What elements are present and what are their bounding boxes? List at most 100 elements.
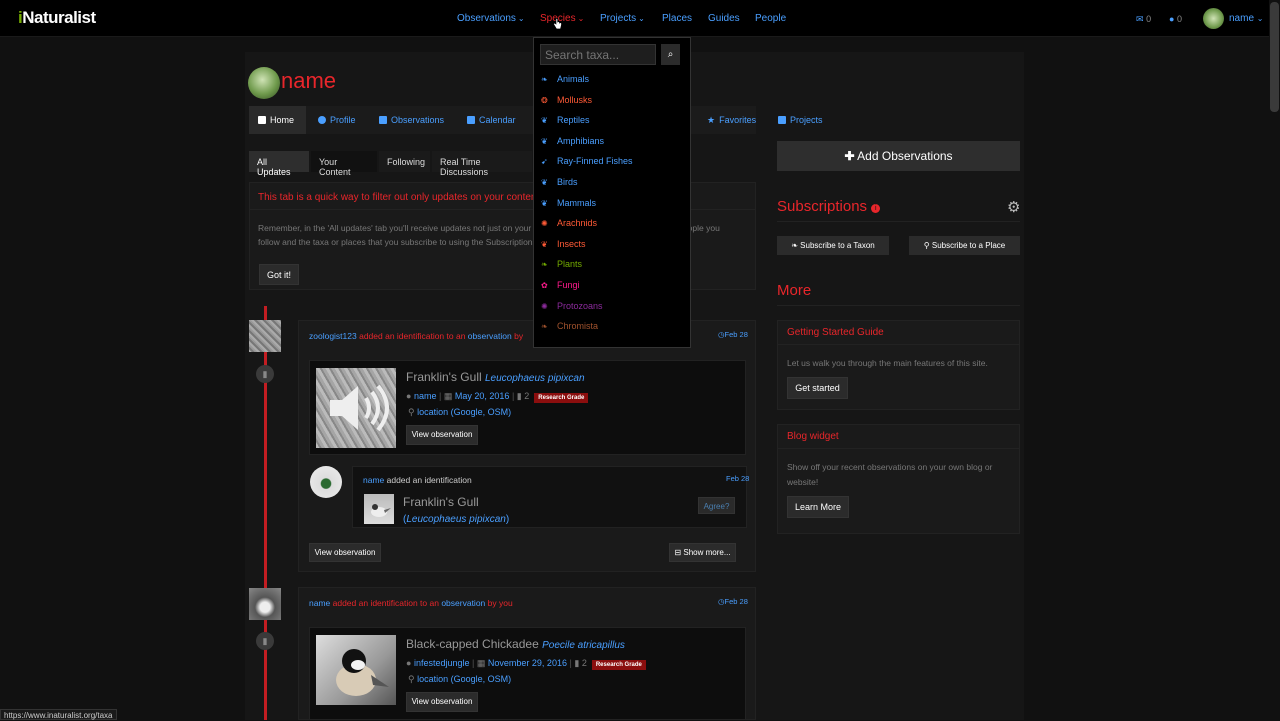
observation-meta: ● name | ▦ May 20, 2016 | ▮ 2 Research G… <box>406 391 589 403</box>
quality-badge: Research Grade <box>591 660 646 670</box>
view-observation-button[interactable]: View observation <box>406 692 478 712</box>
mouse-cursor-icon <box>553 17 562 30</box>
leaf-icon: ❧ <box>791 241 798 250</box>
tab-profile[interactable]: Profile <box>318 115 356 125</box>
map-links[interactable]: (Google, OSM) <box>451 407 512 417</box>
observation-title[interactable]: Franklin's Gull Leucophaeus pipixcan <box>406 370 585 384</box>
taxon-item-fungi[interactable]: ✿ Fungi <box>541 280 681 296</box>
tab-favorites[interactable]: ★ Favorites <box>707 115 756 126</box>
agree-button[interactable]: Agree? <box>698 497 735 514</box>
user-link[interactable]: name <box>309 598 330 608</box>
observer-link[interactable]: infestedjungle <box>414 658 470 668</box>
subtab-realtime-discussions[interactable]: Real Time Discussions <box>432 151 532 177</box>
binoculars-icon <box>379 116 387 124</box>
tab-projects[interactable]: Projects <box>778 115 823 125</box>
scrollbar-thumb[interactable] <box>1270 2 1279 112</box>
quality-badge: Research Grade <box>534 393 589 403</box>
observation-location: ⚲ location (Google, OSM) <box>408 407 512 417</box>
identification-taxon[interactable]: Franklin's Gull <box>403 495 479 509</box>
tab-home[interactable]: Home <box>258 115 294 125</box>
profile-avatar[interactable] <box>248 67 280 99</box>
subscribe-place-button[interactable]: ⚲ Subscribe to a Place <box>909 236 1020 255</box>
user-avatar[interactable] <box>1203 8 1224 29</box>
identifier-avatar[interactable] <box>310 466 342 498</box>
notifications-button[interactable]: ● 0 <box>1169 14 1182 24</box>
info-icon[interactable]: i <box>871 204 881 213</box>
inaturalist-logo[interactable]: iNaturalist <box>18 8 96 28</box>
divider <box>777 221 1020 222</box>
nav-species[interactable]: Species ⌄ <box>540 13 584 24</box>
subtab-your-content[interactable]: Your Content <box>311 151 377 177</box>
show-more-button[interactable]: ⊟ Show more... <box>669 543 736 562</box>
observer-link[interactable]: name <box>414 391 437 401</box>
user-icon: ● <box>406 658 412 668</box>
observation-link[interactable]: observation <box>441 598 485 608</box>
calendar-icon <box>467 116 475 124</box>
feed-card-header: zoologist123 added an identification to … <box>309 331 524 341</box>
learn-more-button[interactable]: Learn More <box>787 496 849 518</box>
fishes-icon: ➹ <box>541 157 548 167</box>
user-menu[interactable]: name ⌄ <box>1229 13 1264 24</box>
taxon-item-chromista[interactable]: ❧ Chromista <box>541 321 681 337</box>
taxon-photo[interactable] <box>364 494 394 524</box>
subtab-all-updates[interactable]: All Updates <box>249 151 309 177</box>
taxon-item-mollusks[interactable]: ❂ Mollusks <box>541 95 681 111</box>
nav-projects[interactable]: Projects ⌄ <box>600 13 645 24</box>
taxon-item-mammals[interactable]: ❦ Mammals <box>541 198 681 214</box>
subscribe-taxon-button[interactable]: ❧ Subscribe to a Taxon <box>777 236 889 255</box>
search-taxa-input[interactable] <box>540 44 656 65</box>
feed-thumbnail[interactable] <box>249 320 281 352</box>
chat-bubble-icon: ● <box>1169 14 1175 24</box>
fungi-icon: ✿ <box>541 281 548 290</box>
user-link[interactable]: zoologist123 <box>309 331 357 341</box>
identification-sci-name[interactable]: (Leucophaeus pipixcan) <box>403 514 509 525</box>
nav-people[interactable]: People <box>755 13 786 24</box>
nav-observations[interactable]: Observations ⌄ <box>457 13 525 24</box>
feed-thumbnail[interactable] <box>249 588 281 620</box>
messages-button[interactable]: ✉ 0 <box>1136 14 1151 25</box>
identification-icon: ▮ <box>574 658 580 668</box>
view-observation-button[interactable]: View observation <box>309 543 381 562</box>
taxon-label: Animals <box>557 74 590 84</box>
taxon-item-reptiles[interactable]: ❦ Reptiles <box>541 115 681 131</box>
bookmark-icon: ▮ <box>256 365 274 383</box>
protozoans-icon: ✺ <box>541 301 548 311</box>
taxon-item-birds[interactable]: ❦ Birds <box>541 177 681 193</box>
nav-places[interactable]: Places <box>662 13 692 24</box>
got-it-button[interactable]: Got it! <box>259 264 299 285</box>
taxon-item-animals[interactable]: ❧ Animals <box>541 74 681 90</box>
gear-icon[interactable]: ⚙ <box>1007 198 1020 216</box>
birds-icon: ❦ <box>541 178 548 187</box>
taxon-item-plants[interactable]: ❧ Plants <box>541 259 681 275</box>
search-button[interactable]: ⌕ <box>661 44 680 65</box>
subtab-following[interactable]: Following <box>379 151 430 172</box>
get-started-button[interactable]: Get started <box>787 377 848 399</box>
calendar-icon: ▦ <box>476 658 486 668</box>
user-icon <box>318 116 326 124</box>
add-observations-button[interactable]: ✚ Add Observations <box>777 141 1020 171</box>
getting-started-text: Let us walk you through the main feature… <box>787 358 988 368</box>
tab-calendar[interactable]: Calendar <box>467 115 516 125</box>
taxon-label: Mollusks <box>557 94 593 105</box>
taxon-item-arachnids[interactable]: ✺ Arachnids <box>541 218 681 234</box>
view-observation-button[interactable]: View observation <box>406 425 478 445</box>
taxon-label: Insects <box>557 238 586 249</box>
observation-photo[interactable] <box>316 368 396 448</box>
taxon-label: Ray-Finned Fishes <box>557 156 633 167</box>
blog-widget-text: Show off your recent observations on you… <box>787 462 993 487</box>
amphibians-icon: ❦ <box>541 136 548 146</box>
minus-square-icon: ⊟ <box>674 548 682 557</box>
taxon-item-amphibians[interactable]: ❦ Amphibians <box>541 136 681 152</box>
observation-title[interactable]: Black-capped Chickadee Poecile atricapil… <box>406 637 625 651</box>
info-title: This tab is a quick way to filter out on… <box>258 192 534 203</box>
observation-photo[interactable] <box>316 635 396 705</box>
tab-observations[interactable]: Observations <box>379 115 444 125</box>
map-links[interactable]: (Google, OSM) <box>451 674 512 684</box>
identification-header: name added an identification <box>363 475 472 485</box>
user-link[interactable]: name <box>363 475 384 485</box>
observation-link[interactable]: observation <box>468 331 512 341</box>
nav-guides[interactable]: Guides <box>708 13 740 24</box>
taxon-item-insects[interactable]: ❦ Insects <box>541 239 681 255</box>
taxon-item-ray-finned-fishes[interactable]: ➹ Ray-Finned Fishes <box>541 156 681 172</box>
taxon-item-protozoans[interactable]: ✺ Protozoans <box>541 301 681 317</box>
